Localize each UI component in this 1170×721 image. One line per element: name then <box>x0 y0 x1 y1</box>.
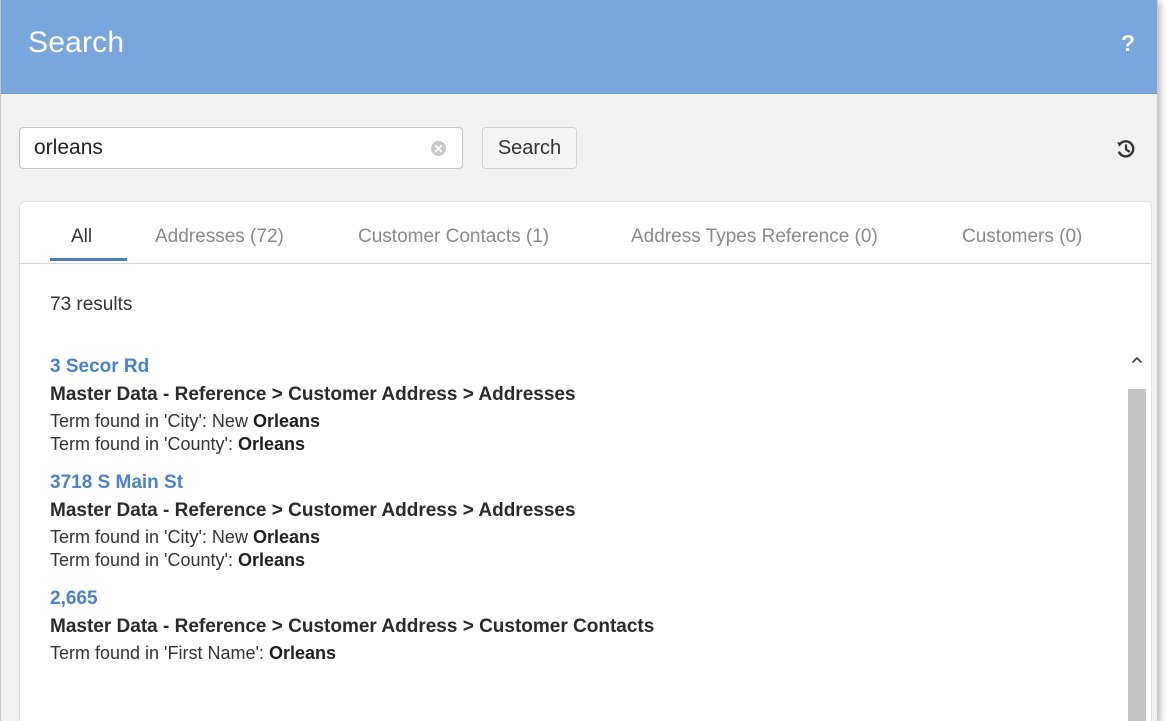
search-dialog: Search ? Search All Addresses (72) Custo… <box>0 0 1158 721</box>
result-item: 3718 S Main St Master Data - Reference >… <box>50 470 1110 572</box>
result-title-link[interactable]: 3 Secor Rd <box>50 354 1110 380</box>
clear-circle-icon[interactable] <box>431 141 446 156</box>
result-match: Term found in 'County': Orleans <box>50 434 306 454</box>
results-tabs: All Addresses (72) Customer Contacts (1)… <box>20 202 1151 264</box>
result-item: 3 Secor Rd Master Data - Reference > Cus… <box>50 354 1110 456</box>
result-match: Term found in 'City': New Orleans <box>50 411 320 431</box>
active-tab-indicator <box>50 258 127 261</box>
result-count: 73 results <box>50 294 133 315</box>
tab-customers[interactable]: Customers (0) <box>962 226 1082 248</box>
tab-customer-contacts[interactable]: Customer Contacts (1) <box>358 226 549 248</box>
search-button[interactable]: Search <box>482 127 577 169</box>
search-input[interactable] <box>34 128 424 168</box>
results-panel: All Addresses (72) Customer Contacts (1)… <box>19 201 1152 721</box>
dialog-header: Search ? <box>1 0 1157 94</box>
result-match: Term found in 'County': Orleans <box>50 550 306 570</box>
matched-term: Orleans <box>237 550 306 570</box>
result-title-link[interactable]: 2,665 <box>50 586 1110 612</box>
result-title-link[interactable]: 3718 S Main St <box>50 470 1110 496</box>
tab-address-types-reference[interactable]: Address Types Reference (0) <box>631 226 878 248</box>
tab-addresses[interactable]: Addresses (72) <box>155 226 284 248</box>
results-list: 3 Secor Rd Master Data - Reference > Cus… <box>50 354 1110 679</box>
search-input-wrapper <box>19 127 463 169</box>
scrollbar-thumb[interactable] <box>1128 389 1146 721</box>
history-icon[interactable] <box>1115 138 1137 160</box>
result-path: Master Data - Reference > Customer Addre… <box>50 384 576 405</box>
matched-term: Orleans <box>252 411 320 431</box>
result-match: Term found in 'First Name': Orleans <box>50 643 336 663</box>
help-button[interactable]: ? <box>1121 30 1135 57</box>
result-match: Term found in 'City': New Orleans <box>50 527 320 547</box>
results-scrollbar[interactable] <box>1128 349 1146 721</box>
result-path: Master Data - Reference > Customer Addre… <box>50 616 655 637</box>
chevron-up-icon[interactable] <box>1128 349 1146 371</box>
result-path: Master Data - Reference > Customer Addre… <box>50 500 576 521</box>
matched-term: Orleans <box>252 527 320 547</box>
matched-term: Orleans <box>237 434 306 454</box>
tab-all[interactable]: All <box>71 226 92 248</box>
result-item: 2,665 Master Data - Reference > Customer… <box>50 586 1110 665</box>
dialog-title: Search <box>28 26 125 59</box>
matched-term: Orleans <box>268 643 336 663</box>
